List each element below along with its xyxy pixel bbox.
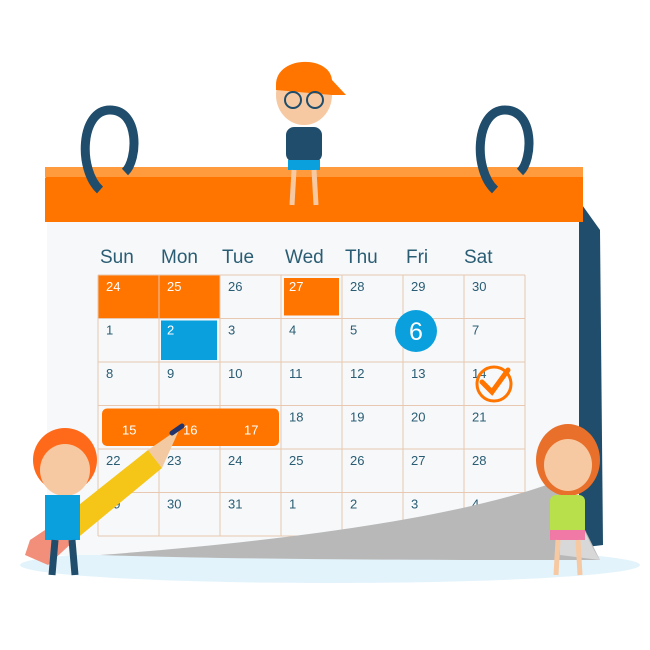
day-cell[interactable]: 31 (228, 497, 242, 512)
weekday-fri: Fri (406, 247, 428, 268)
day-cell[interactable]: 18 (289, 410, 303, 425)
day-cell[interactable]: 16 (183, 423, 197, 438)
day-cell[interactable]: 26 (350, 453, 364, 468)
weekday-sun: Sun (100, 247, 134, 268)
day-cell[interactable]: 23 (167, 453, 181, 468)
day-cell[interactable]: 11 (289, 366, 303, 381)
day-cell[interactable]: 15 (122, 423, 136, 438)
weekday-tue: Tue (222, 247, 254, 268)
day-cell[interactable]: 10 (228, 366, 242, 381)
day-cell[interactable]: 7 (472, 323, 479, 338)
day-cell[interactable]: 25 (289, 453, 303, 468)
day-cell[interactable]: 30 (472, 279, 486, 294)
day-cell[interactable]: 19 (350, 410, 364, 425)
day-cell[interactable]: 30 (167, 497, 181, 512)
weekday-sat: Sat (464, 247, 493, 268)
day-cell[interactable]: 27 (289, 279, 303, 294)
day-cell[interactable]: 3 (411, 497, 418, 512)
day-cell[interactable]: 26 (228, 279, 242, 294)
day-cell[interactable]: 24 (106, 279, 120, 294)
weekday-wed: Wed (285, 247, 324, 268)
day-cell[interactable]: 29 (411, 279, 425, 294)
day-cell[interactable]: 8 (106, 366, 113, 381)
day-cell[interactable]: 4 (289, 323, 296, 338)
day-cell[interactable]: 9 (167, 366, 174, 381)
day-cell[interactable]: 27 (411, 453, 425, 468)
day-cell[interactable]: 2 (350, 497, 357, 512)
day-cell[interactable]: 24 (228, 453, 242, 468)
day-cell[interactable]: 25 (167, 279, 181, 294)
day-cell[interactable]: 1 (106, 323, 113, 338)
day-cell[interactable]: 3 (228, 323, 235, 338)
day-cell[interactable]: 2 (167, 323, 174, 338)
day-cell[interactable]: 17 (244, 423, 258, 438)
day-cell[interactable]: 22 (106, 453, 120, 468)
day-cell[interactable]: 28 (350, 279, 364, 294)
day-cell[interactable]: 13 (411, 366, 425, 381)
weekday-thu: Thu (345, 247, 378, 268)
calendar-illustration: Sun Mon Tue Wed Thu Fri Sat 24 25 26 27 28 29 301 2 3 4… (20, 61, 640, 583)
day-cell[interactable]: 1 (289, 497, 296, 512)
day-cell[interactable]: 20 (411, 410, 425, 425)
day-cell[interactable]: 21 (472, 410, 486, 425)
day-cell[interactable]: 12 (350, 366, 364, 381)
day-cell[interactable]: 5 (350, 323, 357, 338)
highlighted-day: 6 (409, 318, 423, 346)
day-cell[interactable]: 28 (472, 453, 486, 468)
weekday-mon: Mon (161, 247, 198, 268)
